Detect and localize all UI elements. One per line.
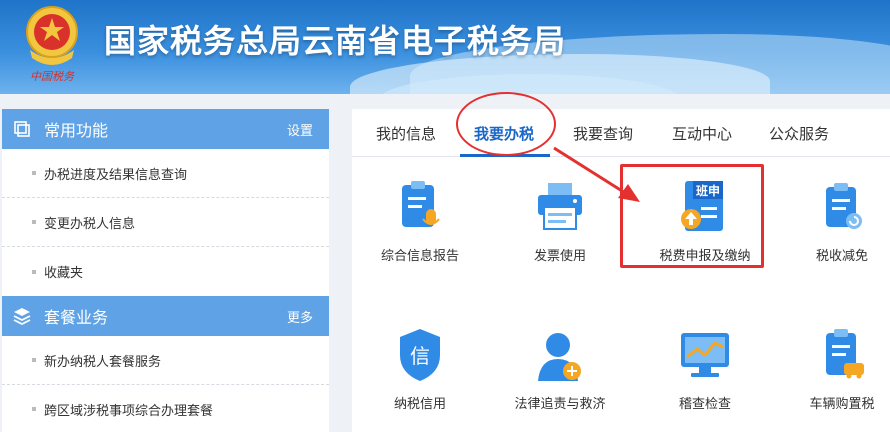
service-audit-inspection[interactable]: 稽查检查 — [640, 325, 770, 412]
service-label: 税费申报及缴纳 — [659, 249, 751, 264]
list-item[interactable]: 办税进度及结果信息查询 — [2, 149, 329, 198]
section-header-packages: 套餐业务 更多 — [2, 296, 329, 336]
bullet — [32, 407, 36, 411]
list-item-label: 变更办税人信息 — [44, 216, 136, 232]
settings-link[interactable]: 设置 — [287, 120, 313, 139]
tab-query[interactable]: 我要查询 — [573, 123, 633, 144]
list-item-label: 跨区域涉税事项综合办理套餐 — [44, 403, 214, 419]
bullet — [32, 358, 36, 362]
right-panel: 我的信息 我要办税 我要查询 互动中心 公众服务 综合信息报告 发票使用 班申 … — [352, 109, 890, 432]
service-vehicle-purchase-tax[interactable]: 车辆购置税 — [782, 325, 890, 412]
tax-filing-icon: 班申 — [681, 181, 723, 231]
window-icon — [14, 121, 30, 137]
service-tax-reduction[interactable]: 税收减免 — [782, 177, 890, 264]
bullet — [32, 220, 36, 224]
site-title: 国家税务总局云南省电子税务局 — [104, 22, 567, 60]
section-title: 常用功能 — [44, 121, 109, 140]
section-title: 套餐业务 — [44, 308, 109, 327]
service-comprehensive-report[interactable]: 综合信息报告 — [360, 177, 480, 264]
printer-icon — [538, 183, 582, 230]
site-header: 中国税务 国家税务总局云南省电子税务局 — [0, 0, 890, 94]
service-legal-remedy[interactable]: 法律追责与救济 — [500, 325, 620, 412]
service-label: 发票使用 — [533, 249, 586, 264]
list-item[interactable]: 收藏夹 — [2, 247, 329, 296]
list-item-label: 办税进度及结果信息查询 — [44, 167, 188, 183]
list-item[interactable]: 跨区域涉税事项综合办理套餐 — [2, 385, 329, 432]
monitor-chart-icon — [681, 333, 729, 377]
service-label: 稽查检查 — [678, 397, 731, 412]
report-mic-icon — [402, 181, 440, 227]
emblem-caption: 中国税务 — [30, 70, 75, 83]
list-item-label: 新办纳税人套餐服务 — [44, 354, 162, 370]
credit-shield-icon: 信 — [400, 329, 440, 381]
tab-public-service[interactable]: 公众服务 — [769, 123, 829, 144]
service-label: 纳税信用 — [393, 397, 446, 412]
tab-do-tax[interactable]: 我要办税 — [474, 123, 534, 144]
tab-my-info[interactable]: 我的信息 — [376, 123, 436, 144]
more-link[interactable]: 更多 — [287, 307, 313, 326]
bullet — [32, 269, 36, 274]
service-label: 车辆购置税 — [809, 397, 875, 412]
section-header-common: 常用功能 设置 — [2, 109, 329, 149]
service-tax-credit[interactable]: 信 纳税信用 — [360, 325, 480, 412]
vehicle-tax-icon — [826, 329, 864, 379]
active-tab-indicator — [460, 154, 550, 157]
service-tax-filing-payment[interactable]: 班申 税费申报及缴纳 — [640, 177, 770, 264]
service-label: 法律追责与救济 — [514, 397, 606, 412]
service-label: 综合信息报告 — [380, 249, 459, 264]
list-item-label: 收藏夹 — [44, 266, 84, 281]
icon-text: 班申 — [696, 183, 720, 198]
tab-bar: 我的信息 我要办税 我要查询 互动中心 公众服务 — [352, 109, 890, 157]
icon-text: 信 — [410, 344, 430, 368]
list-item[interactable]: 变更办税人信息 — [2, 198, 329, 247]
service-invoice[interactable]: 发票使用 — [500, 177, 620, 264]
tax-emblem-logo: 中国税务 — [26, 6, 78, 83]
tab-interaction[interactable]: 互动中心 — [672, 123, 732, 144]
left-panel: 常用功能 设置 办税进度及结果信息查询 变更办税人信息 收藏夹 套餐业务 更多 … — [2, 109, 329, 432]
layers-icon — [13, 308, 31, 326]
service-label: 税收减免 — [815, 249, 868, 264]
judge-icon — [538, 333, 581, 381]
tax-reduction-icon — [826, 183, 862, 229]
bullet — [32, 171, 36, 175]
list-item[interactable]: 新办纳税人套餐服务 — [2, 336, 329, 385]
